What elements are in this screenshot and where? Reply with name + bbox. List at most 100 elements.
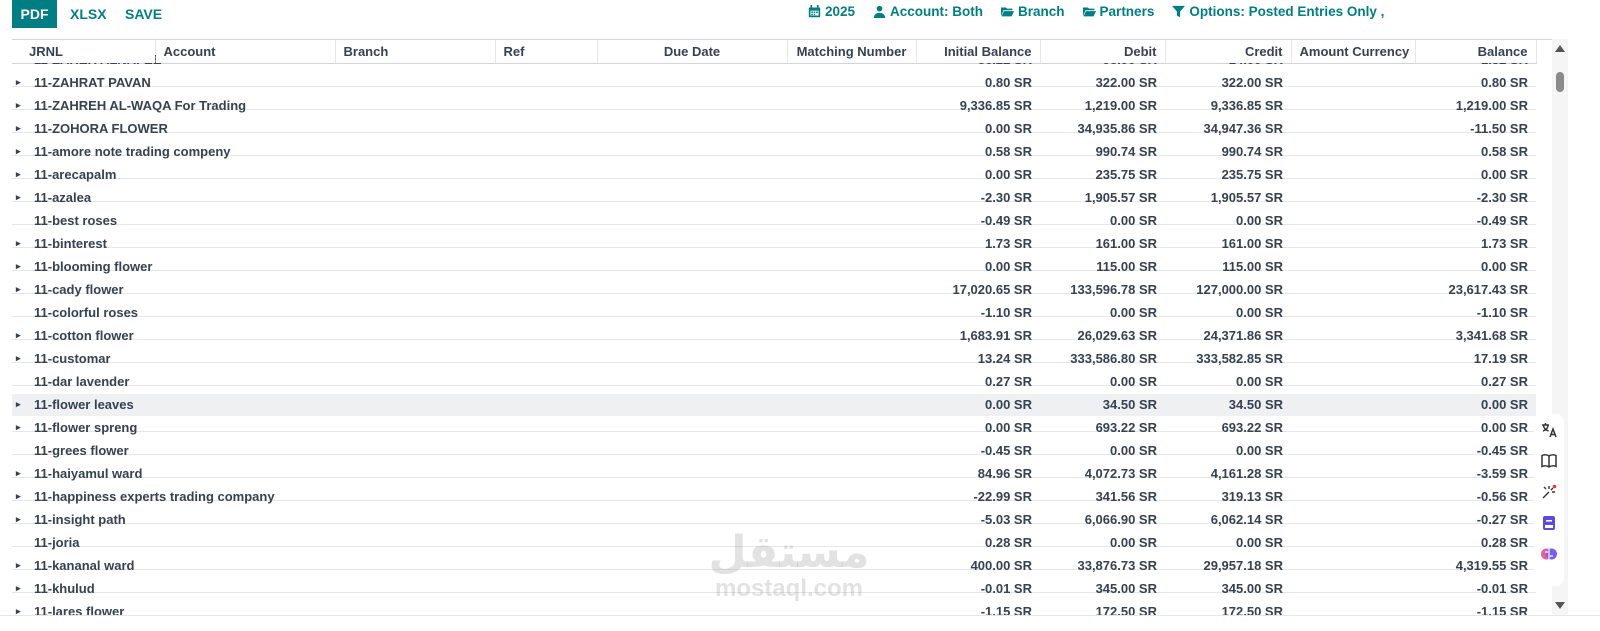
- partner-name[interactable]: 11-blooming flower: [34, 259, 152, 274]
- options-filter[interactable]: Options: Posted Entries Only ,: [1172, 4, 1384, 19]
- scroll-up-arrow-icon[interactable]: [1555, 45, 1565, 52]
- expand-caret-icon[interactable]: ▸: [16, 491, 34, 502]
- partner-name[interactable]: 11-arecapalm: [34, 167, 116, 182]
- table-row[interactable]: ▸ 11-flower leaves 0.00 SR 34.50 SR 34.50 SR…: [12, 393, 1536, 417]
- column-header-credit[interactable]: Credit: [1165, 40, 1292, 64]
- expand-caret-icon[interactable]: ▸: [16, 514, 34, 525]
- column-header-matching-number[interactable]: Matching Number: [787, 40, 917, 64]
- partner-name[interactable]: 11-flower spreng: [34, 420, 137, 435]
- table-row[interactable]: ▸ 11-lares flower -1.15 SR 172.50 SR 172.50 …: [12, 600, 1536, 615]
- save-button[interactable]: SAVE: [125, 0, 162, 28]
- partner-name[interactable]: 11-lares flower: [34, 604, 124, 615]
- partner-name[interactable]: 11-customar: [34, 351, 111, 366]
- table-row[interactable]: ▸ 11-ZOHORA FLOWER 0.00 SR 34,935.86 SR 34,9…: [12, 117, 1536, 141]
- expand-caret-icon[interactable]: ▸: [16, 330, 34, 341]
- translate-tool[interactable]: [1539, 420, 1559, 440]
- partner-name[interactable]: 11-azalea: [34, 190, 91, 205]
- table-row[interactable]: ▸ 11-flower spreng 0.00 SR 693.22 SR 693.22 …: [12, 416, 1536, 440]
- partner-name[interactable]: 11-dar lavender: [34, 374, 129, 389]
- expand-caret-icon[interactable]: ▸: [16, 261, 34, 272]
- ai-tool[interactable]: [1539, 544, 1559, 564]
- partner-name[interactable]: 11-cotton flower: [34, 328, 134, 343]
- column-header-branch[interactable]: Branch: [335, 40, 496, 64]
- expand-caret-icon[interactable]: ▸: [16, 169, 34, 180]
- branch-filter[interactable]: Branch: [1001, 4, 1065, 19]
- table-row[interactable]: ▸ 11-insight path -5.03 SR 6,066.90 SR 6,062…: [12, 508, 1536, 532]
- expand-caret-icon[interactable]: ▸: [16, 238, 34, 249]
- expand-caret-icon[interactable]: ▸: [16, 77, 34, 88]
- table-row[interactable]: ▸ 11-amore note trading compeny 0.58 SR 990…: [12, 140, 1536, 164]
- table-row[interactable]: ▸ 11-kananal ward 400.00 SR 33,876.73 SR 29,…: [12, 554, 1536, 578]
- partner-name[interactable]: 11-amore note trading compeny: [34, 144, 231, 159]
- table-row[interactable]: 11-colorful roses -1.10 SR 0.00 SR 0.00 SR -…: [12, 301, 1536, 325]
- column-header-debit[interactable]: Debit: [1040, 40, 1166, 64]
- table-row[interactable]: ▸ 11-customar 13.24 SR 333,586.80 SR 333,582…: [12, 347, 1536, 371]
- ledger-table-container[interactable]: JRNL Account Branch Ref Due Date Matchin…: [12, 39, 1568, 615]
- partner-name[interactable]: 11-grees flower: [34, 443, 129, 458]
- column-header-account[interactable]: Account: [155, 40, 336, 64]
- column-header-ref[interactable]: Ref: [495, 40, 598, 64]
- column-header-jrnl[interactable]: JRNL: [12, 40, 156, 64]
- partner-name[interactable]: 11-ZAHRAT PAVAN: [34, 75, 151, 90]
- table-row[interactable]: ▸ 11-ZAHREH AL-WAQA For Trading 9,336.85 S…: [12, 94, 1536, 118]
- date-filter[interactable]: 2025: [808, 4, 855, 19]
- partner-name[interactable]: 11-insight path: [34, 512, 126, 527]
- partner-name[interactable]: 11-ZAHREH AL-WAQA For Trading: [34, 98, 246, 113]
- partners-filter[interactable]: Partners: [1082, 4, 1154, 19]
- table-row[interactable]: ▸ 11-haiyamul ward 84.96 SR 4,072.73 SR 4,16…: [12, 462, 1536, 486]
- table-row[interactable]: ▸ 11-happiness experts trading company -22…: [12, 485, 1536, 509]
- table-row[interactable]: ▸ 11-ZAHRAT PAVAN 0.80 SR 322.00 SR 322.00 S…: [12, 71, 1536, 95]
- expand-caret-icon[interactable]: ▸: [16, 284, 34, 295]
- debit-cell: 34.50 SR: [1040, 393, 1165, 417]
- reader-tool[interactable]: [1539, 451, 1559, 471]
- table-row[interactable]: ▸ 11-cady flower 17,020.65 SR 133,596.78 SR…: [12, 278, 1536, 302]
- table-row[interactable]: ▸ 11-arecapalm 0.00 SR 235.75 SR 235.75 SR 0.…: [12, 163, 1536, 187]
- partner-name[interactable]: 11-ZOHORA FLOWER: [34, 121, 168, 136]
- partner-name[interactable]: 11-colorful roses: [34, 305, 138, 320]
- initial-balance-cell: 0.00 SR: [916, 117, 1040, 141]
- expand-caret-icon[interactable]: ▸: [16, 468, 34, 479]
- partner-name[interactable]: 11-joria: [34, 535, 80, 550]
- partner-name[interactable]: 11-binterest: [34, 236, 107, 251]
- expand-caret-icon[interactable]: ▸: [16, 606, 34, 615]
- credit-cell: 4,161.28 SR: [1165, 462, 1291, 486]
- table-row[interactable]: ▸ 11-binterest 1.73 SR 161.00 SR 161.00 SR 1.…: [12, 232, 1536, 256]
- expand-caret-icon[interactable]: ▸: [16, 192, 34, 203]
- scroll-down-arrow-icon[interactable]: [1555, 602, 1565, 609]
- table-row[interactable]: 11-best roses -0.49 SR 0.00 SR 0.00 SR -0.49…: [12, 209, 1536, 233]
- table-row[interactable]: ▸ 11-azalea -2.30 SR 1,905.57 SR 1,905.57 SR…: [12, 186, 1536, 210]
- credit-cell: 0.00 SR: [1165, 301, 1291, 325]
- partner-name[interactable]: 11-happiness experts trading company: [34, 489, 275, 504]
- table-row[interactable]: 11-grees flower -0.45 SR 0.00 SR 0.00 SR -0.…: [12, 439, 1536, 463]
- assistant-tool[interactable]: [1539, 482, 1559, 502]
- expand-caret-icon[interactable]: ▸: [16, 100, 34, 111]
- account-filter[interactable]: Account: Both: [873, 4, 983, 19]
- pdf-button[interactable]: PDF: [12, 0, 57, 28]
- column-header-amount-currency[interactable]: Amount Currency: [1291, 40, 1416, 64]
- column-header-balance[interactable]: Balance: [1415, 40, 1537, 64]
- xlsx-button[interactable]: XLSX: [70, 0, 107, 28]
- expand-caret-icon[interactable]: ▸: [16, 123, 34, 134]
- expand-caret-icon[interactable]: ▸: [16, 583, 34, 594]
- column-header-initial-balance[interactable]: Initial Balance: [916, 40, 1041, 64]
- expand-caret-icon[interactable]: ▸: [16, 353, 34, 364]
- expand-caret-icon[interactable]: ▸: [16, 146, 34, 157]
- bookmark-tool[interactable]: [1539, 513, 1559, 533]
- partner-name[interactable]: 11-khulud: [34, 581, 95, 596]
- table-row[interactable]: ▸ 11-blooming flower 0.00 SR 115.00 SR 115.0…: [12, 255, 1536, 279]
- column-header-due-date[interactable]: Due Date: [597, 40, 788, 64]
- partner-name[interactable]: 11-kananal ward: [34, 558, 134, 573]
- table-row[interactable]: ▸ 11-khulud -0.01 SR 345.00 SR 345.00 SR -0.0…: [12, 577, 1536, 601]
- expand-caret-icon[interactable]: ▸: [16, 399, 34, 410]
- expand-caret-icon[interactable]: ▸: [16, 560, 34, 571]
- partner-name[interactable]: 11-haiyamul ward: [34, 466, 142, 481]
- partner-name[interactable]: 11-best roses: [34, 213, 117, 228]
- expand-caret-icon[interactable]: ▸: [16, 422, 34, 433]
- partner-name[interactable]: 11-cady flower: [34, 282, 124, 297]
- table-row[interactable]: 11-dar lavender 0.27 SR 0.00 SR 0.00 SR 0.27…: [12, 370, 1536, 394]
- partner-name[interactable]: 11-flower leaves: [34, 397, 134, 412]
- debit-cell: 115.00 SR: [1040, 255, 1165, 279]
- table-row[interactable]: ▸ 11-cotton flower 1,683.91 SR 26,029.63 SR…: [12, 324, 1536, 348]
- table-row[interactable]: 11-joria 0.28 SR 0.00 SR 0.00 SR 0.28 SR: [12, 531, 1536, 555]
- scrollbar-thumb[interactable]: [1556, 72, 1564, 92]
